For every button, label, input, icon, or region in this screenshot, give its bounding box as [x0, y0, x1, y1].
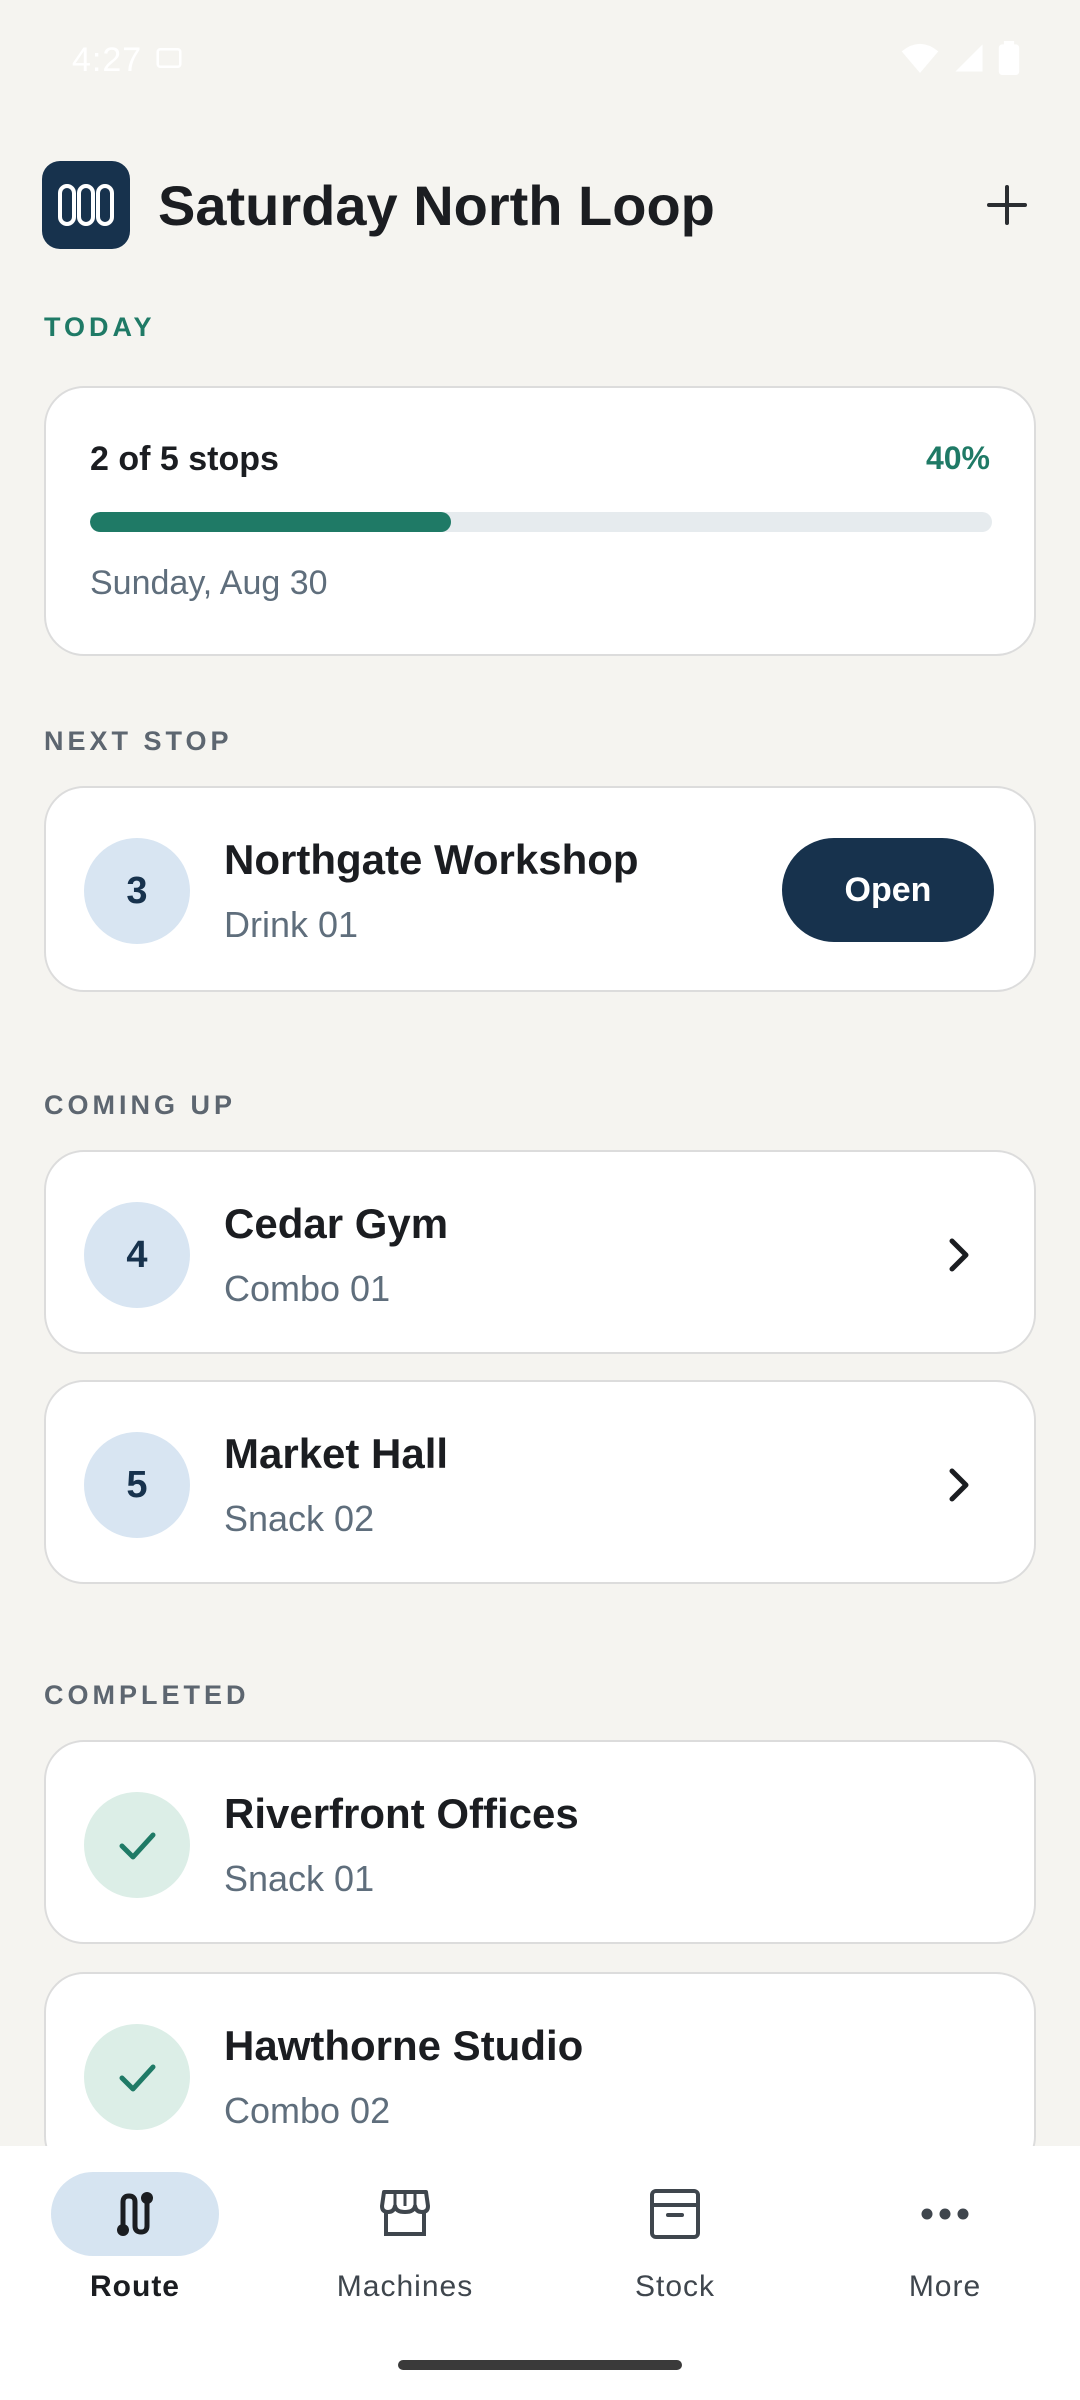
section-label-coming-up: COMING UP [44, 1090, 237, 1120]
stop-machine: Snack 02 [224, 1498, 375, 1539]
stop-name: Cedar Gym [224, 1200, 449, 1247]
nav-item-machines[interactable]: Machines [270, 2172, 540, 2322]
nav-item-stock[interactable]: Stock [540, 2172, 810, 2322]
cast-icon [154, 43, 184, 78]
section-label-today: TODAY [44, 312, 156, 342]
nav-item-more[interactable]: More [810, 2172, 1080, 2322]
stop-machine: Drink 01 [224, 904, 359, 945]
status-bar: 4:27 [0, 0, 1080, 120]
upcoming-stop-card[interactable]: 5 Market Hall Snack 02 [44, 1380, 1036, 1584]
storefront-icon [321, 2172, 489, 2256]
stop-machine: Combo 01 [224, 1268, 391, 1309]
progress-text: 2 of 5 stops [90, 440, 279, 478]
stop-number-badge: 5 [84, 1432, 190, 1538]
stop-number-badge: 3 [84, 838, 190, 944]
next-stop-card[interactable]: 3 Northgate Workshop Drink 01 Open [44, 786, 1036, 992]
chevron-right-icon[interactable] [934, 1460, 984, 1510]
nav-item-route[interactable]: Route [0, 2172, 270, 2322]
nav-label: Stock [634, 2270, 716, 2303]
stop-machine: Snack 01 [224, 1858, 375, 1899]
completed-stop-card[interactable]: Riverfront Offices Snack 01 [44, 1740, 1036, 1944]
spiral-coils-icon [58, 184, 114, 226]
route-icon [51, 2172, 219, 2256]
archive-box-icon [591, 2172, 759, 2256]
header: Saturday North Loop [42, 160, 1042, 250]
progress-bar-fill [90, 512, 451, 532]
stop-machine: Combo 02 [224, 2090, 391, 2131]
battery-icon [998, 40, 1020, 80]
wifi-icon [900, 41, 940, 80]
stop-name: Riverfront Offices [224, 1790, 579, 1837]
route-date: Sunday, Aug 30 [90, 564, 328, 602]
stop-name: Market Hall [224, 1430, 449, 1477]
home-indicator[interactable] [398, 2360, 682, 2370]
more-horizontal-icon [861, 2172, 1029, 2256]
upcoming-stop-card[interactable]: 4 Cedar Gym Combo 01 [44, 1150, 1036, 1354]
add-button[interactable] [972, 170, 1042, 240]
nav-label: More [908, 2270, 982, 2303]
route-screen: 4:27 Saturday North Loop TODAY 2 of 5 st… [0, 0, 1080, 2400]
progress-bar [90, 512, 992, 532]
check-icon [119, 2064, 156, 2092]
app-logo [42, 161, 130, 249]
completed-badge [84, 1792, 190, 1898]
chevron-right-icon[interactable] [934, 1230, 984, 1280]
open-button[interactable]: Open [782, 838, 994, 942]
progress-card: 2 of 5 stops 40% Sunday, Aug 30 [44, 386, 1036, 656]
nav-label: Machines [336, 2270, 474, 2303]
nav-label: Route [90, 2270, 180, 2303]
signal-icon [954, 43, 984, 78]
plus-icon [987, 185, 1027, 225]
status-time: 4:27 [72, 40, 143, 79]
progress-percent: 40% [925, 440, 990, 476]
stop-name: Hawthorne Studio [224, 2022, 584, 2069]
status-right [900, 40, 1020, 80]
section-label-completed: COMPLETED [44, 1680, 250, 1710]
check-icon [119, 1832, 156, 1860]
page-title: Saturday North Loop [158, 173, 715, 237]
status-left: 4:27 [72, 41, 184, 80]
stop-number-badge: 4 [84, 1202, 190, 1308]
completed-badge [84, 2024, 190, 2130]
section-label-next-stop: NEXT STOP [44, 726, 233, 756]
stop-name: Northgate Workshop [224, 836, 639, 883]
